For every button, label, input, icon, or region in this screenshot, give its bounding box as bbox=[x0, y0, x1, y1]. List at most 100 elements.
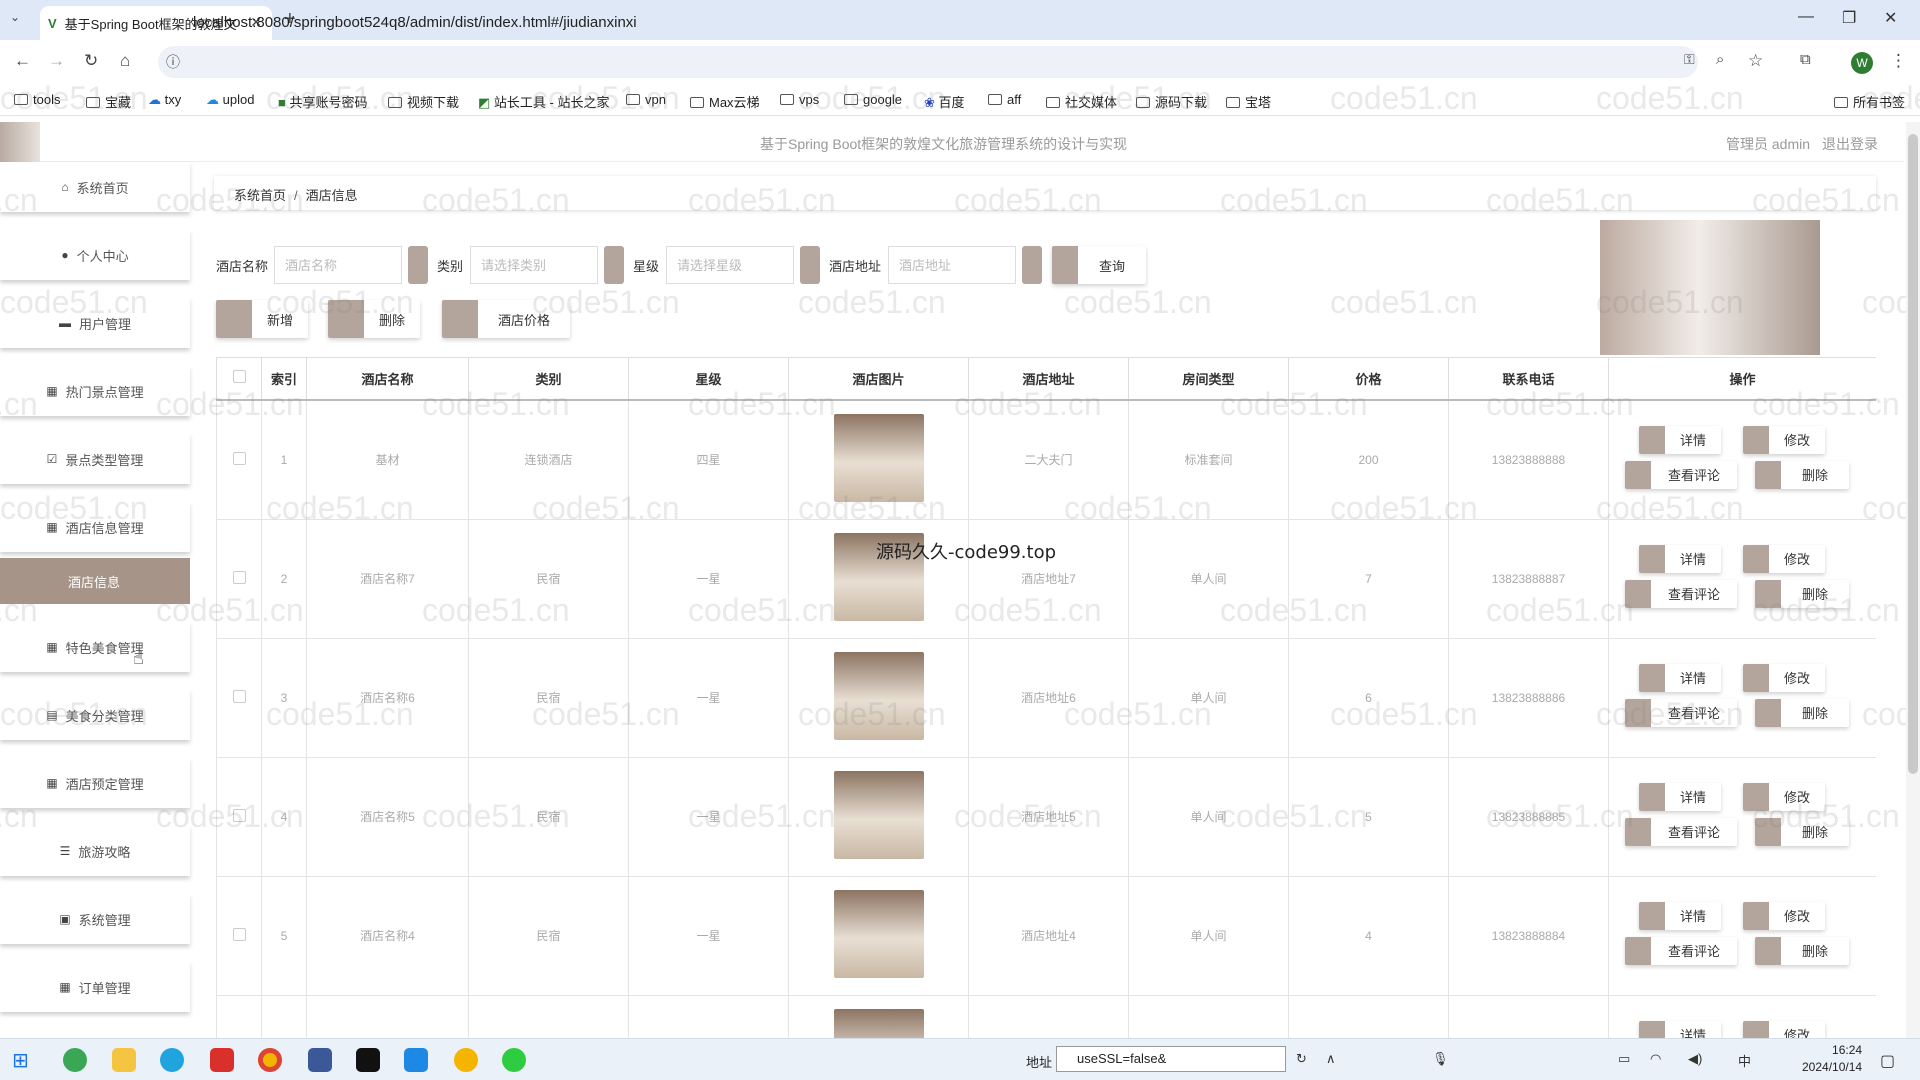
ime-indicator[interactable]: 中 bbox=[1738, 1051, 1751, 1070]
reload-icon[interactable]: ↻ bbox=[84, 51, 98, 71]
edge-icon[interactable] bbox=[160, 1048, 184, 1072]
start-icon[interactable]: ⊞ bbox=[12, 1048, 36, 1072]
url-text[interactable]: localhost:8080/springboot524q8/admin/dis… bbox=[193, 14, 637, 31]
bookmark-item[interactable]: vpn bbox=[626, 92, 666, 107]
logout-link[interactable]: 退出登录 bbox=[1822, 134, 1878, 154]
bookmark-star-icon[interactable]: ☆ bbox=[1748, 51, 1763, 71]
row-checkbox[interactable] bbox=[232, 451, 246, 465]
navicat-icon[interactable] bbox=[404, 1048, 428, 1072]
sidebar-item-profile[interactable]: ● 个人中心 bbox=[0, 230, 190, 280]
row-select-cell[interactable] bbox=[216, 518, 262, 639]
bookmark-item[interactable]: aff bbox=[988, 92, 1021, 107]
restore-icon[interactable]: ❐ bbox=[1842, 8, 1856, 28]
view-comments-button[interactable]: 查看评论 bbox=[1625, 936, 1737, 965]
row-delete-button[interactable]: 删除 bbox=[1755, 698, 1849, 727]
sidebar-item-food-types[interactable]: ▤ 美食分类管理 bbox=[0, 690, 190, 740]
back-icon[interactable]: ← bbox=[14, 51, 31, 71]
row-delete-button[interactable]: 删除 bbox=[1755, 817, 1849, 846]
sidebar-item-hotel-mgmt[interactable]: ▦ 酒店信息管理 bbox=[0, 502, 190, 552]
address-bar[interactable]: ⓘ bbox=[158, 46, 1698, 78]
taskbar-address-input[interactable]: useSSL=false& bbox=[1056, 1046, 1286, 1072]
row-delete-button[interactable]: 删除 bbox=[1755, 579, 1849, 608]
edit-button[interactable]: 修改 bbox=[1743, 782, 1825, 811]
detail-button[interactable]: 详情 bbox=[1639, 901, 1721, 930]
detail-button[interactable]: 详情 bbox=[1639, 425, 1721, 454]
browser-menu-icon[interactable]: ⋮ bbox=[1890, 51, 1907, 71]
sidebar-item-guides[interactable]: ☰ 旅游攻略 bbox=[0, 826, 190, 876]
star-select[interactable] bbox=[666, 246, 794, 284]
bookmark-item[interactable]: Max云梯 bbox=[690, 92, 760, 111]
microphone-icon[interactable]: 🎙 bbox=[1432, 1051, 1449, 1067]
forward-icon[interactable]: → bbox=[48, 51, 65, 71]
hotel-name-input[interactable] bbox=[274, 246, 402, 284]
sidebar-item-home[interactable]: ⌂ 系统首页 bbox=[0, 162, 190, 212]
view-comments-button[interactable]: 查看评论 bbox=[1625, 460, 1737, 489]
notification-icon[interactable]: ▢ bbox=[1880, 1051, 1895, 1071]
edit-button[interactable]: 修改 bbox=[1743, 1020, 1825, 1038]
row-checkbox[interactable] bbox=[232, 927, 246, 941]
cat-app-icon[interactable] bbox=[454, 1048, 478, 1072]
bookmark-item[interactable]: ☁ uplod bbox=[206, 92, 254, 108]
bookmark-item[interactable]: 社交媒体 bbox=[1046, 92, 1117, 111]
row-delete-button[interactable]: 删除 bbox=[1755, 460, 1849, 489]
detail-button[interactable]: 详情 bbox=[1639, 544, 1721, 573]
browser-app-icon[interactable] bbox=[63, 1048, 87, 1072]
edit-button[interactable]: 修改 bbox=[1743, 425, 1825, 454]
edit-button[interactable]: 修改 bbox=[1743, 901, 1825, 930]
add-button[interactable]: 新增 bbox=[216, 300, 308, 338]
bookmark-item[interactable]: ☁ txy bbox=[148, 92, 181, 108]
address-input[interactable] bbox=[888, 246, 1016, 284]
detail-button[interactable]: 详情 bbox=[1639, 782, 1721, 811]
row-select-cell[interactable] bbox=[216, 756, 262, 877]
edit-button[interactable]: 修改 bbox=[1743, 663, 1825, 692]
extensions-icon[interactable]: ⧉ bbox=[1800, 51, 1811, 68]
bookmark-item[interactable]: tools bbox=[14, 92, 60, 107]
sidebar-item-users[interactable]: ▬ 用户管理 bbox=[0, 298, 190, 348]
view-comments-button[interactable]: 查看评论 bbox=[1625, 817, 1737, 846]
bookmark-item[interactable]: ■ 共享账号密码 bbox=[278, 92, 367, 111]
detail-button[interactable]: 详情 bbox=[1639, 1020, 1721, 1038]
taskbar-clock[interactable]: 16:24 2024/10/14 bbox=[1802, 1042, 1862, 1076]
bookmark-item[interactable]: 宝藏 bbox=[86, 92, 131, 111]
bookmark-item[interactable]: 宝塔 bbox=[1226, 92, 1271, 111]
wifi-icon[interactable]: ◠ bbox=[1650, 1051, 1661, 1067]
query-button[interactable]: 查询 bbox=[1052, 246, 1146, 284]
sidebar-item-orders[interactable]: ▦ 订单管理 bbox=[0, 962, 190, 1012]
view-comments-button[interactable]: 查看评论 bbox=[1625, 698, 1737, 727]
bookmark-item[interactable]: ◩ 站长工具 - 站长之家 bbox=[478, 92, 609, 111]
sidebar-item-hotel-info[interactable]: 酒店信息 bbox=[0, 558, 190, 604]
type-select[interactable] bbox=[470, 246, 598, 284]
view-comments-button[interactable]: 查看评论 bbox=[1625, 579, 1737, 608]
sidebar-item-bookings[interactable]: ▦ 酒店预定管理 bbox=[0, 758, 190, 808]
row-select-cell[interactable] bbox=[216, 994, 262, 1038]
scrollbar-thumb[interactable] bbox=[1908, 134, 1918, 774]
chrome-icon[interactable] bbox=[258, 1048, 282, 1072]
row-select-cell[interactable] bbox=[216, 875, 262, 996]
bookmark-item[interactable]: 视频下载 bbox=[388, 92, 459, 111]
zoom-icon[interactable]: ⌕ bbox=[1716, 51, 1724, 68]
volume-icon[interactable]: ◀) bbox=[1688, 1051, 1702, 1067]
row-checkbox[interactable] bbox=[232, 570, 246, 584]
bookmark-item[interactable]: 源码下载 bbox=[1136, 92, 1207, 111]
row-checkbox[interactable] bbox=[232, 689, 246, 703]
row-checkbox[interactable] bbox=[232, 808, 246, 822]
sidebar-item-attraction-types[interactable]: ☑ 景点类型管理 bbox=[0, 434, 190, 484]
battery-icon[interactable]: ▭ bbox=[1618, 1051, 1630, 1067]
bookmark-item[interactable]: ❀ 百度 bbox=[924, 92, 965, 111]
site-info-icon[interactable]: ⓘ bbox=[166, 52, 180, 72]
breadcrumb-home[interactable]: 系统首页 bbox=[234, 188, 286, 203]
sidebar-item-system[interactable]: ▣ 系统管理 bbox=[0, 894, 190, 944]
wps-icon[interactable] bbox=[210, 1048, 234, 1072]
home-icon[interactable]: ⌂ bbox=[120, 51, 130, 71]
file-explorer-icon[interactable] bbox=[112, 1048, 136, 1072]
edit-button[interactable]: 修改 bbox=[1743, 544, 1825, 573]
row-select-cell[interactable] bbox=[216, 637, 262, 758]
vscode-icon[interactable] bbox=[308, 1048, 332, 1072]
all-bookmarks[interactable]: 所有书签 bbox=[1834, 92, 1905, 111]
bookmark-item[interactable]: vps bbox=[780, 92, 819, 107]
delete-button[interactable]: 删除 bbox=[328, 300, 420, 338]
bookmark-item[interactable]: google bbox=[844, 92, 902, 107]
password-key-icon[interactable]: ⚿ bbox=[1684, 51, 1695, 68]
close-window-icon[interactable]: ✕ bbox=[1884, 8, 1897, 28]
row-delete-button[interactable]: 删除 bbox=[1755, 936, 1849, 965]
